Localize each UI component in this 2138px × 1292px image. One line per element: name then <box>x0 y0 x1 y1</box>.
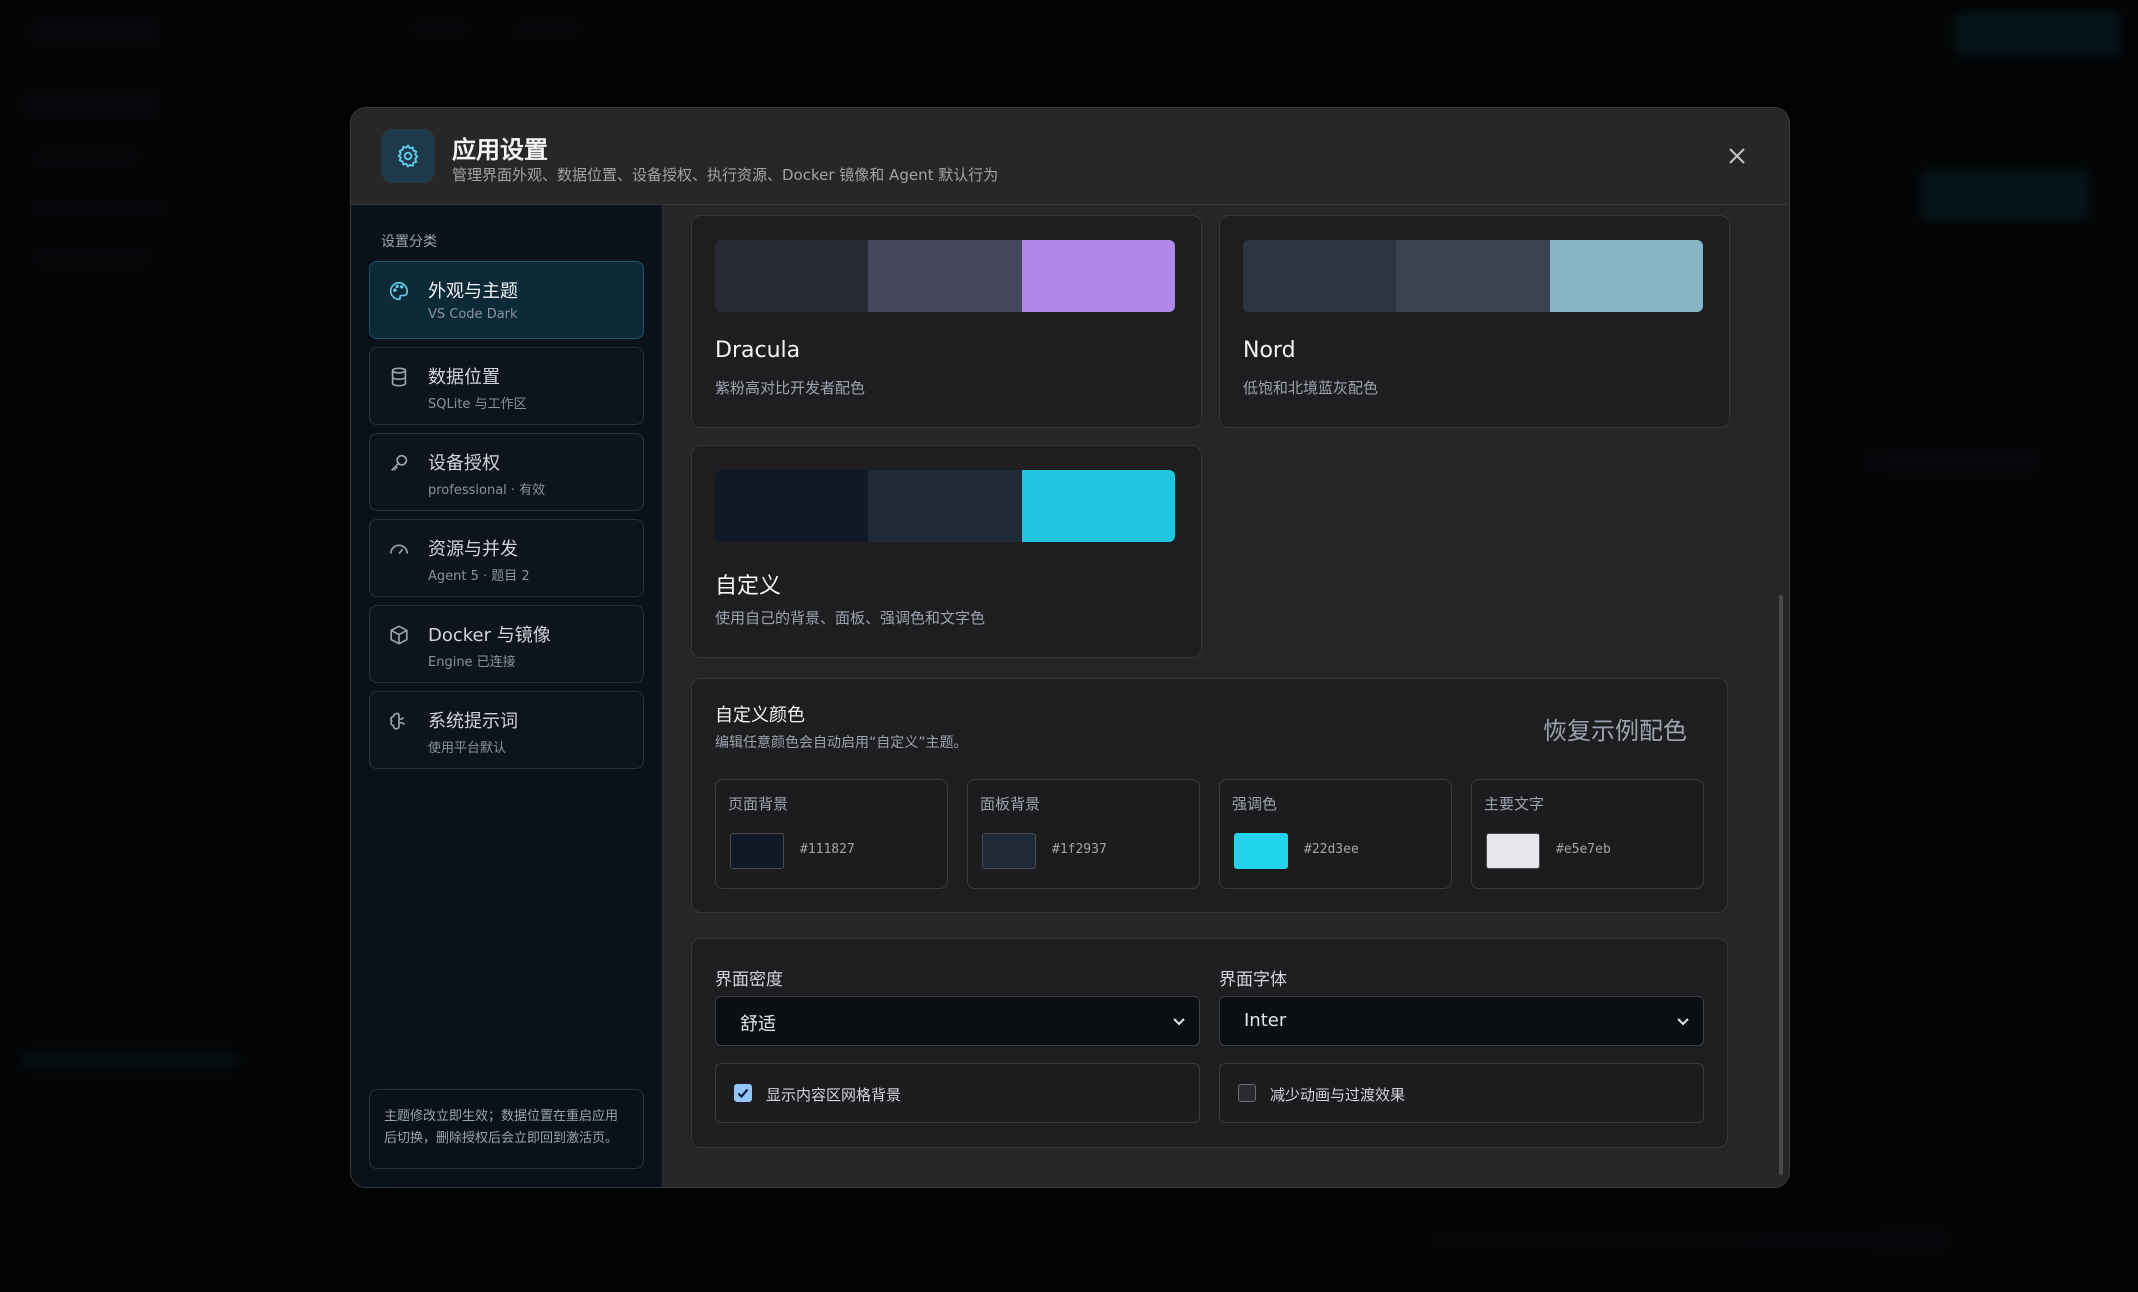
swatch-2 <box>868 240 1022 312</box>
sidebar-item-system-prompt[interactable]: 系统提示词 使用平台默认 <box>369 691 644 769</box>
dialog-subtitle: 管理界面外观、数据位置、设备授权、执行资源、Docker 镜像和 Agent 默… <box>452 166 999 184</box>
color-hex[interactable]: #22d3ee <box>1304 842 1359 857</box>
reduce-motion-checkbox[interactable] <box>1238 1084 1256 1102</box>
custom-colors-desc: 编辑任意颜色会自动启用“自定义”主题。 <box>715 735 968 751</box>
sidebar-item-sub: VS Code Dark <box>428 307 518 322</box>
theme-desc: 低饱和北境蓝灰配色 <box>1243 379 1379 397</box>
sidebar-item-sub: SQLite 与工作区 <box>428 397 527 412</box>
grid-background-option[interactable]: 显示内容区网格背景 <box>715 1063 1200 1123</box>
gauge-icon <box>389 544 409 555</box>
reduce-motion-option[interactable]: 减少动画与过渡效果 <box>1219 1063 1704 1123</box>
density-value: 舒适 <box>740 1014 776 1035</box>
sidebar-item-license[interactable]: 设备授权 professional · 有效 <box>369 433 644 511</box>
chevron-down-icon <box>1173 1018 1185 1026</box>
swatch-3 <box>1549 240 1703 312</box>
close-icon <box>1729 148 1745 164</box>
palette-icon <box>390 281 409 301</box>
swatch-3 <box>1021 240 1175 312</box>
swatch-1 <box>1243 240 1397 312</box>
dialog-title: 应用设置 <box>452 136 548 164</box>
sidebar-item-data-location[interactable]: 数据位置 SQLite 与工作区 <box>369 347 644 425</box>
font-value: Inter <box>1244 1010 1287 1031</box>
swatch-1 <box>715 470 869 542</box>
sidebar-note: 主题修改立即生效；数据位置在重启应用后切换，删除授权后会立即回到激活页。 <box>369 1089 644 1169</box>
color-field-primary-text: 主要文字 #e5e7eb <box>1471 779 1704 889</box>
sidebar-item-label: 设备授权 <box>428 453 500 474</box>
swatch-2 <box>868 470 1022 542</box>
restore-sample-colors-button[interactable]: 恢复示例配色 <box>1543 711 1687 746</box>
settings-dialog: 应用设置 管理界面外观、数据位置、设备授权、执行资源、Docker 镜像和 Ag… <box>350 107 1790 1188</box>
brain-icon <box>390 712 406 730</box>
content-scrollbar[interactable] <box>1779 595 1783 1175</box>
theme-swatches <box>1243 240 1703 312</box>
color-field-panel-bg: 面板背景 #1f2937 <box>967 779 1200 889</box>
sidebar-heading: 设置分类 <box>381 234 437 250</box>
color-picker[interactable] <box>982 833 1036 869</box>
sidebar-item-docker[interactable]: Docker 与镜像 Engine 已连接 <box>369 605 644 683</box>
swatch-1 <box>715 240 869 312</box>
theme-swatches <box>715 240 1175 312</box>
theme-card-custom[interactable]: 自定义 使用自己的背景、面板、强调色和文字色 <box>691 445 1202 658</box>
key-icon <box>391 454 408 471</box>
custom-colors-panel: 自定义颜色 编辑任意颜色会自动启用“自定义”主题。 恢复示例配色 页面背景 #1… <box>691 678 1728 913</box>
color-hex[interactable]: #1f2937 <box>1052 842 1107 857</box>
grid-background-checkbox[interactable] <box>734 1084 752 1102</box>
sidebar-item-resources[interactable]: 资源与并发 Agent 5 · 题目 2 <box>369 519 644 597</box>
sidebar-item-sub: Agent 5 · 题目 2 <box>428 569 530 584</box>
check-icon <box>737 1088 749 1099</box>
theme-desc: 使用自己的背景、面板、强调色和文字色 <box>715 609 986 627</box>
font-label: 界面字体 <box>1219 970 1287 990</box>
sidebar-item-appearance[interactable]: 外观与主题 VS Code Dark <box>369 261 644 339</box>
color-hex[interactable]: #111827 <box>800 842 855 857</box>
sidebar-item-label: Docker 与镜像 <box>428 625 551 646</box>
color-label: 强调色 <box>1232 795 1278 813</box>
chevron-down-icon <box>1677 1018 1689 1026</box>
swatch-3 <box>1021 470 1175 542</box>
theme-name: Nord <box>1243 338 1296 363</box>
color-picker[interactable] <box>730 833 784 869</box>
color-picker[interactable] <box>1234 833 1288 869</box>
swatch-2 <box>1396 240 1550 312</box>
theme-swatches <box>715 470 1175 542</box>
color-field-page-bg: 页面背景 #111827 <box>715 779 948 889</box>
dialog-header: 应用设置 管理界面外观、数据位置、设备授权、执行资源、Docker 镜像和 Ag… <box>351 108 1789 205</box>
sidebar-item-sub: 使用平台默认 <box>428 741 507 756</box>
ui-options-panel: 界面密度 舒适 界面字体 Inter 显示内容区网格背景 减少动画与过渡效果 <box>691 938 1728 1148</box>
sidebar-item-sub: Engine 已连接 <box>428 655 516 670</box>
sidebar-item-label: 资源与并发 <box>428 539 518 560</box>
settings-content: Dracula 紫粉高对比开发者配色 Nord 低饱和北境蓝灰配色 自定义 使用… <box>664 205 1789 1187</box>
sidebar-item-label: 系统提示词 <box>428 711 518 732</box>
color-label: 页面背景 <box>728 795 789 813</box>
settings-sidebar: 设置分类 外观与主题 VS Code Dark 数据位置 SQLite 与工作区… <box>351 205 663 1187</box>
color-label: 主要文字 <box>1484 795 1545 813</box>
color-label: 面板背景 <box>980 795 1041 813</box>
grid-background-label: 显示内容区网格背景 <box>766 1086 902 1104</box>
box-icon <box>390 625 408 645</box>
font-select[interactable]: Inter <box>1219 996 1704 1046</box>
sidebar-item-label: 外观与主题 <box>428 281 518 302</box>
color-hex[interactable]: #e5e7eb <box>1556 842 1611 857</box>
sidebar-item-label: 数据位置 <box>428 367 500 388</box>
theme-card-dracula[interactable]: Dracula 紫粉高对比开发者配色 <box>691 215 1202 428</box>
density-label: 界面密度 <box>715 970 783 990</box>
theme-desc: 紫粉高对比开发者配色 <box>715 379 866 397</box>
database-icon <box>391 367 407 387</box>
reduce-motion-label: 减少动画与过渡效果 <box>1270 1086 1406 1104</box>
theme-name: 自定义 <box>715 574 782 599</box>
gear-icon <box>381 129 435 183</box>
density-select[interactable]: 舒适 <box>715 996 1200 1046</box>
close-button[interactable] <box>1721 140 1753 172</box>
custom-colors-title: 自定义颜色 <box>715 705 805 726</box>
sidebar-item-sub: professional · 有效 <box>428 483 546 498</box>
color-picker[interactable] <box>1486 833 1540 869</box>
theme-name: Dracula <box>715 338 801 363</box>
theme-card-nord[interactable]: Nord 低饱和北境蓝灰配色 <box>1219 215 1730 428</box>
color-field-accent: 强调色 #22d3ee <box>1219 779 1452 889</box>
